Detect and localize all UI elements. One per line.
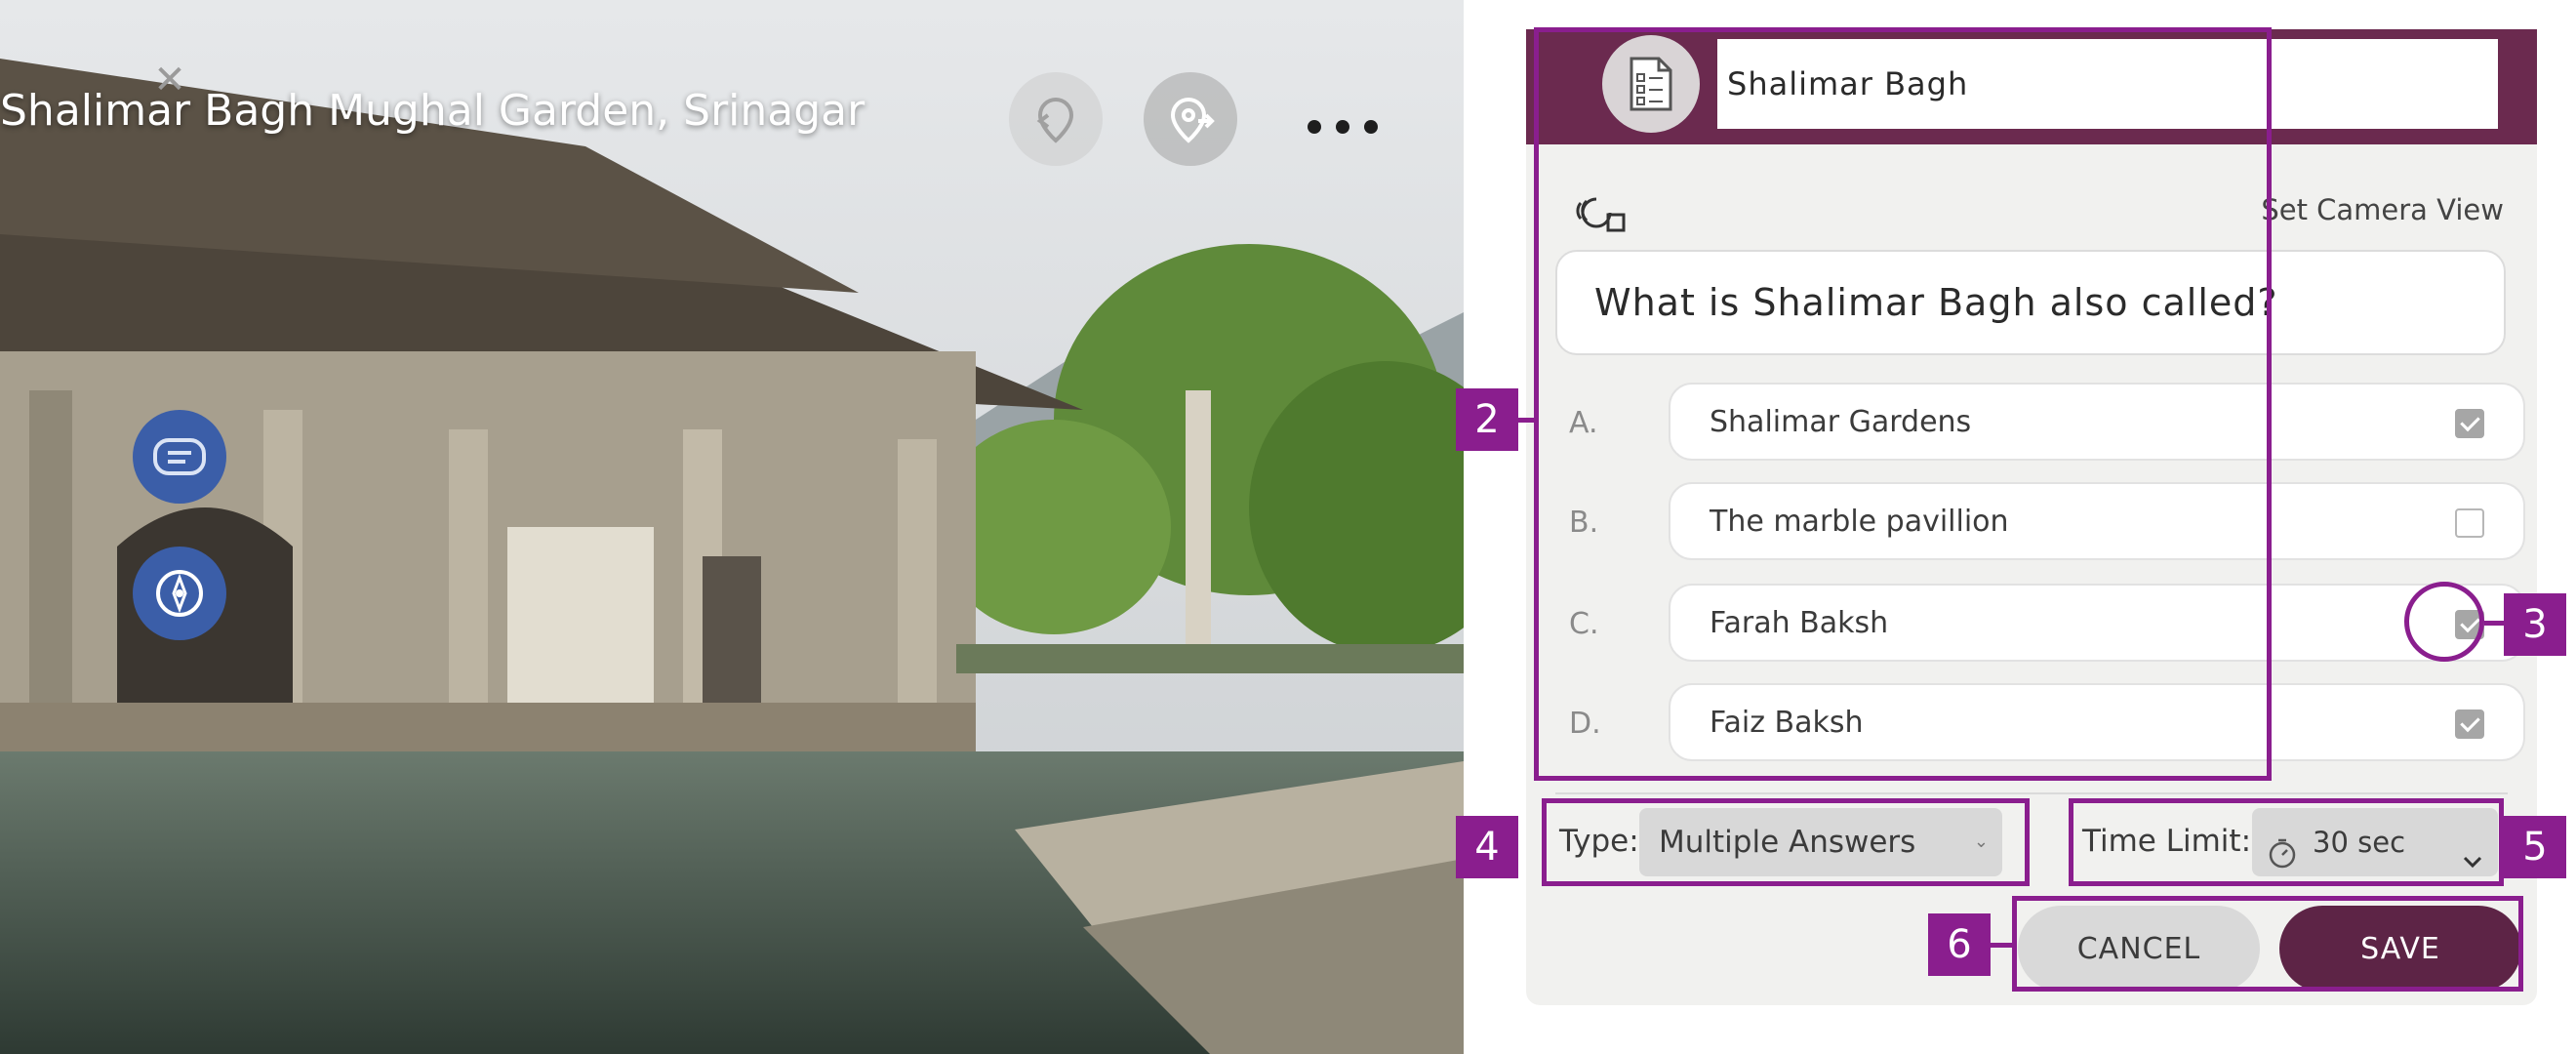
- location-forward-icon[interactable]: [1144, 72, 1237, 166]
- callout-circle-3: [2404, 582, 2484, 662]
- callout-number-2: 2: [1456, 388, 1518, 451]
- chat-icon[interactable]: [133, 410, 226, 504]
- compass-icon[interactable]: [133, 547, 226, 640]
- callout-frame-4: [1542, 798, 2030, 886]
- callout-number-5: 5: [2504, 816, 2566, 878]
- callout-frame-5: [2069, 798, 2504, 886]
- scene-photo: ✕ Shalimar Bagh Mughal Garden, Srinagar: [0, 0, 1464, 1054]
- more-dots-icon[interactable]: [1308, 107, 1378, 146]
- garden-pavilion-image: [0, 0, 1464, 1054]
- location-undo-icon[interactable]: [1009, 72, 1103, 166]
- correct-answer-checkbox[interactable]: [2455, 409, 2484, 438]
- correct-answer-checkbox[interactable]: [2455, 508, 2484, 538]
- callout-connector-6: [1991, 943, 2014, 948]
- callout-frame-6: [2012, 896, 2523, 992]
- callout-connector-2: [1518, 418, 1536, 423]
- location-title: Shalimar Bagh Mughal Garden, Srinagar: [0, 86, 865, 136]
- callout-number-3: 3: [2504, 593, 2566, 656]
- set-camera-view-link[interactable]: Set Camera View: [2261, 193, 2504, 226]
- callout-number-4: 4: [1456, 816, 1518, 878]
- callout-frame-2: [1534, 27, 2272, 781]
- divider: [1555, 792, 2508, 794]
- correct-answer-checkbox[interactable]: [2455, 709, 2484, 739]
- callout-number-6: 6: [1928, 913, 1991, 976]
